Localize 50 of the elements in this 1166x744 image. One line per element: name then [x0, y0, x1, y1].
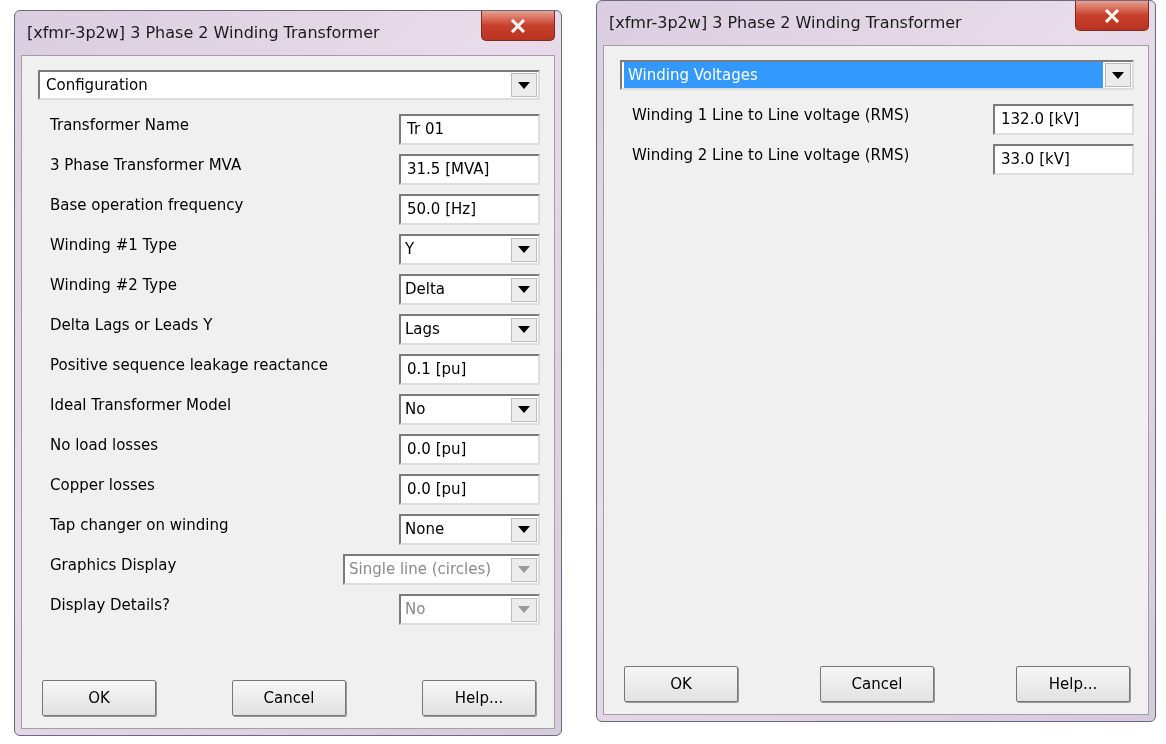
- field-label: Display Details?: [50, 595, 171, 616]
- window-title: [xfmr-3p2w] 3 Phase 2 Winding Transformer: [26, 22, 380, 44]
- dropdown-field[interactable]: No: [399, 394, 540, 425]
- field-label: 3 Phase Transformer MVA: [50, 155, 242, 176]
- field-label: Tap changer on winding: [50, 515, 229, 536]
- field-label: Base operation frequency: [50, 195, 244, 216]
- input-field[interactable]: Tr 01: [399, 114, 540, 145]
- dropdown-arrow-icon: [518, 326, 530, 333]
- close-button[interactable]: [481, 11, 555, 41]
- dropdown-field[interactable]: Delta: [399, 274, 540, 305]
- ok-button[interactable]: OK: [624, 666, 738, 702]
- input-field[interactable]: 132.0 [kV]: [993, 104, 1134, 135]
- field-label: Ideal Transformer Model: [50, 395, 232, 416]
- field-label: Winding 2 Line to Line voltage (RMS): [632, 145, 910, 166]
- dropdown-arrow-icon: [518, 406, 530, 413]
- field-label: Copper losses: [50, 475, 155, 496]
- field-label: No load losses: [50, 435, 158, 456]
- field-label: Graphics Display: [50, 555, 177, 576]
- dropdown-arrow-icon: [518, 246, 530, 253]
- dialog-button[interactable]: Cancel: [232, 680, 346, 716]
- dialog-button[interactable]: Help...: [1016, 666, 1130, 702]
- input-field[interactable]: 31.5 [MVA]: [399, 154, 540, 185]
- input-field[interactable]: 0.1 [pu]: [399, 354, 540, 385]
- dropdown-field[interactable]: None: [399, 514, 540, 545]
- dropdown-arrow-icon: [518, 606, 530, 613]
- dropdown-arrow-icon: [1112, 71, 1124, 79]
- field-label: Transformer Name: [50, 115, 190, 136]
- input-field[interactable]: 50.0 [Hz]: [399, 194, 540, 225]
- dropdown-arrow-icon: [518, 81, 530, 89]
- close-icon: [1104, 8, 1120, 23]
- window-title: [xfmr-3p2w] 3 Phase 2 Winding Transformer: [608, 12, 962, 34]
- dropdown-arrow-icon: [518, 286, 530, 293]
- dialog-button[interactable]: Cancel: [820, 666, 934, 702]
- close-button[interactable]: [1075, 1, 1149, 31]
- input-field[interactable]: 33.0 [kV]: [993, 144, 1134, 175]
- field-label: Winding #2 Type: [50, 275, 177, 296]
- dropdown-field[interactable]: Lags: [399, 314, 540, 345]
- section-dropdown[interactable]: Configuration: [38, 70, 540, 100]
- ok-button[interactable]: OK: [42, 680, 156, 716]
- field-label: Winding 1 Line to Line voltage (RMS): [632, 105, 910, 126]
- close-icon: [510, 18, 526, 33]
- dialog-button[interactable]: Help...: [422, 680, 536, 716]
- input-field[interactable]: 0.0 [pu]: [399, 474, 540, 505]
- dropdown-arrow-icon: [518, 566, 530, 573]
- field-label: Delta Lags or Leads Y: [50, 315, 213, 336]
- input-field[interactable]: 0.0 [pu]: [399, 434, 540, 465]
- dropdown-field[interactable]: Y: [399, 234, 540, 265]
- dropdown-arrow-icon: [518, 526, 530, 533]
- field-label: Positive sequence leakage reactance: [50, 355, 328, 376]
- field-label: Winding #1 Type: [50, 235, 177, 256]
